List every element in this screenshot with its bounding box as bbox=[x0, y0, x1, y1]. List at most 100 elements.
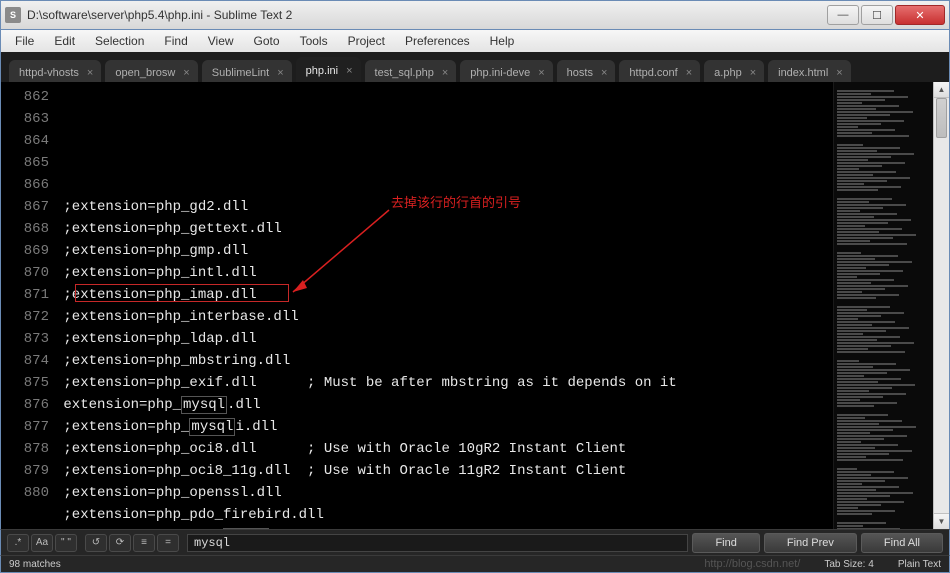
tab-close-icon[interactable]: × bbox=[181, 67, 191, 79]
find-option[interactable]: ↺ bbox=[85, 534, 107, 552]
tab-close-icon[interactable]: × bbox=[344, 65, 354, 77]
line-number: 869 bbox=[1, 240, 49, 262]
minimap-line bbox=[837, 171, 896, 173]
code-view[interactable]: 去掉该行的行首的引号 ;extension=php_gd2.dll ;exten… bbox=[55, 82, 833, 529]
code-line: ;extension=php_mysqli.dll bbox=[55, 416, 833, 438]
minimap-line bbox=[837, 159, 868, 161]
menu-preferences[interactable]: Preferences bbox=[397, 32, 478, 50]
minimap-line bbox=[837, 207, 883, 209]
minimap-line bbox=[837, 279, 894, 281]
line-number: 877 bbox=[1, 416, 49, 438]
find-option[interactable]: Aa bbox=[31, 534, 53, 552]
minimap-line bbox=[837, 366, 873, 368]
minimap-line bbox=[837, 186, 901, 188]
tab-httpd-vhosts[interactable]: httpd-vhosts × bbox=[9, 60, 101, 82]
minimap-line bbox=[837, 450, 912, 452]
menu-file[interactable]: File bbox=[7, 32, 42, 50]
code-line: ;extension=php_intl.dll bbox=[55, 262, 833, 284]
tab-index-html[interactable]: index.html× bbox=[768, 60, 851, 82]
window-controls: — ☐ ✕ bbox=[825, 5, 945, 25]
minimap-line bbox=[837, 471, 894, 473]
menu-selection[interactable]: Selection bbox=[87, 32, 152, 50]
minimap-line bbox=[837, 384, 915, 386]
status-syntax[interactable]: Plain Text bbox=[898, 559, 941, 570]
tab-label: SublimeLint bbox=[212, 67, 269, 79]
minimap-line bbox=[837, 405, 874, 407]
minimap-line bbox=[837, 321, 895, 323]
tab-sublimelint[interactable]: SublimeLint × bbox=[202, 60, 292, 82]
watermark: http://blog.csdn.net/ bbox=[704, 558, 800, 570]
minimap-line bbox=[837, 99, 885, 101]
minimap-line bbox=[837, 525, 863, 527]
find-input[interactable] bbox=[187, 534, 688, 552]
line-number: 875 bbox=[1, 372, 49, 394]
minimap-line bbox=[837, 507, 858, 509]
tab-close-icon[interactable]: × bbox=[684, 67, 694, 79]
tab-php-ini[interactable]: php.ini× bbox=[296, 57, 361, 82]
minimap-line bbox=[837, 441, 861, 443]
titlebar: S D:\software\server\php5.4\php.ini - Su… bbox=[0, 0, 950, 30]
code-line: ;extension=php_mbstring.dll bbox=[55, 350, 833, 372]
tab-close-icon[interactable]: × bbox=[599, 67, 609, 79]
minimap-line bbox=[837, 258, 875, 260]
app-icon: S bbox=[5, 7, 21, 23]
minimap-line bbox=[837, 426, 916, 428]
find-option[interactable]: = bbox=[157, 534, 179, 552]
minimap-line bbox=[837, 396, 883, 398]
find-option[interactable]: " " bbox=[55, 534, 77, 552]
tabbar: httpd-vhosts×open_brosw×SublimeLint×php.… bbox=[0, 52, 950, 82]
line-number: 880 bbox=[1, 482, 49, 504]
minimap-line bbox=[837, 129, 895, 131]
menu-edit[interactable]: Edit bbox=[46, 32, 83, 50]
minimap-line bbox=[837, 327, 909, 329]
maximize-button[interactable]: ☐ bbox=[861, 5, 893, 25]
close-button[interactable]: ✕ bbox=[895, 5, 945, 25]
tab-label: httpd-vhosts bbox=[19, 67, 79, 79]
tab-test-sql-php[interactable]: test_sql.php× bbox=[365, 60, 457, 82]
scroll-down-arrow[interactable]: ▼ bbox=[934, 513, 949, 529]
line-number: 872 bbox=[1, 306, 49, 328]
tab-open-brosw[interactable]: open_brosw× bbox=[105, 60, 197, 82]
menu-tools[interactable]: Tools bbox=[292, 32, 336, 50]
menu-project[interactable]: Project bbox=[340, 32, 393, 50]
minimize-button[interactable]: — bbox=[827, 5, 859, 25]
minimap-line bbox=[837, 282, 871, 284]
tab-a-php[interactable]: a.php× bbox=[704, 60, 764, 82]
find-button[interactable]: Find bbox=[692, 533, 759, 553]
menu-help[interactable]: Help bbox=[482, 32, 523, 50]
minimap-line bbox=[837, 120, 904, 122]
scroll-thumb[interactable] bbox=[936, 98, 947, 138]
minimap-line bbox=[837, 312, 904, 314]
status-tab-size[interactable]: Tab Size: 4 bbox=[824, 559, 873, 570]
tab-close-icon[interactable]: × bbox=[275, 67, 285, 79]
line-number: 874 bbox=[1, 350, 49, 372]
find-all-button[interactable]: Find All bbox=[861, 533, 943, 553]
tab-hosts[interactable]: hosts× bbox=[557, 60, 616, 82]
find-option[interactable]: .* bbox=[7, 534, 29, 552]
find-prev-button[interactable]: Find Prev bbox=[764, 533, 857, 553]
scroll-up-arrow[interactable]: ▲ bbox=[934, 82, 949, 98]
tab-close-icon[interactable]: × bbox=[834, 67, 844, 79]
minimap-line bbox=[837, 363, 896, 365]
menu-goto[interactable]: Goto bbox=[246, 32, 288, 50]
minimap[interactable] bbox=[833, 82, 933, 529]
find-option[interactable]: ⟳ bbox=[109, 534, 131, 552]
tab-httpd-conf[interactable]: httpd.conf× bbox=[619, 60, 700, 82]
find-option[interactable]: ≡ bbox=[133, 534, 155, 552]
statusbar: 98 matches http://blog.csdn.net/ Tab Siz… bbox=[0, 555, 950, 573]
menu-find[interactable]: Find bbox=[156, 32, 195, 50]
minimap-line bbox=[837, 165, 882, 167]
menu-view[interactable]: View bbox=[200, 32, 242, 50]
minimap-line bbox=[837, 414, 888, 416]
vertical-scrollbar[interactable]: ▲ ▼ bbox=[933, 82, 949, 529]
tab-close-icon[interactable]: × bbox=[440, 67, 450, 79]
minimap-line bbox=[837, 264, 889, 266]
minimap-line bbox=[837, 468, 857, 470]
minimap-line bbox=[837, 189, 878, 191]
tab-php-ini-deve[interactable]: php.ini-deve× bbox=[460, 60, 552, 82]
scroll-track[interactable] bbox=[934, 98, 949, 513]
line-number: 864 bbox=[1, 130, 49, 152]
tab-close-icon[interactable]: × bbox=[85, 67, 95, 79]
tab-close-icon[interactable]: × bbox=[536, 67, 546, 79]
tab-close-icon[interactable]: × bbox=[748, 67, 758, 79]
